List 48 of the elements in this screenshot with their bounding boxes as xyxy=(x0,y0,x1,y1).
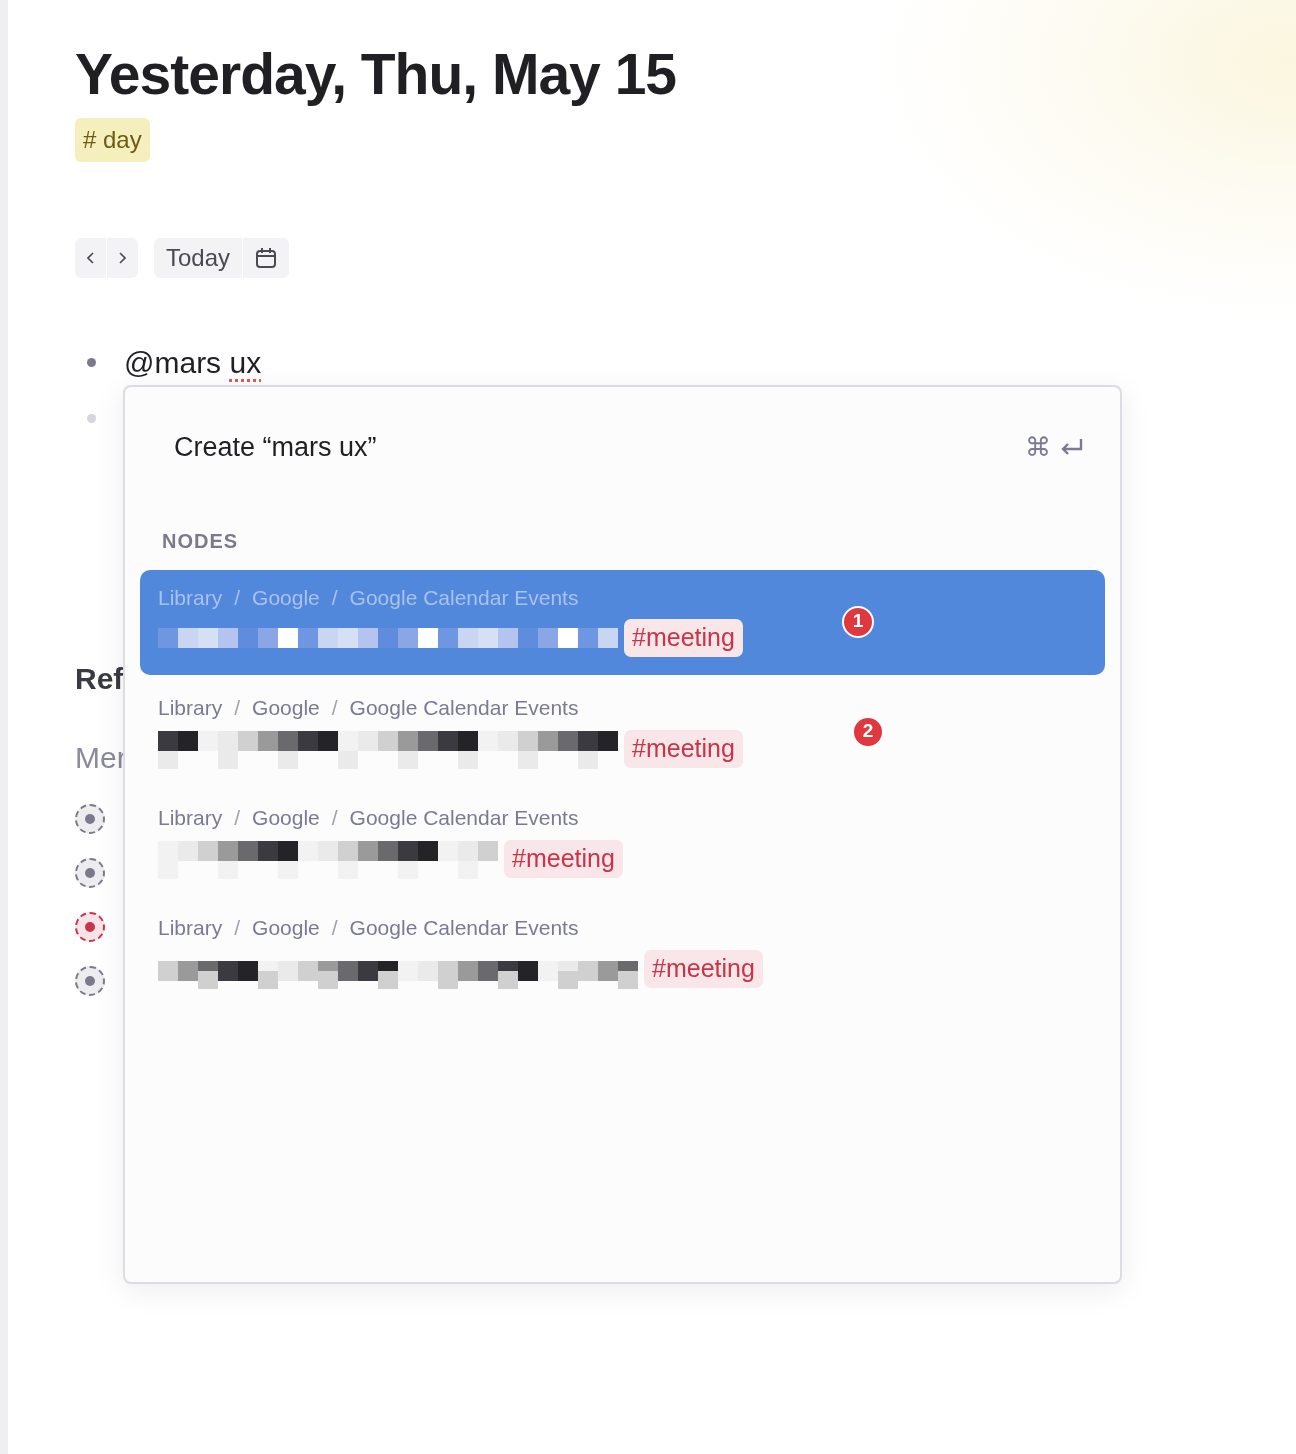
breadcrumb-item: Library xyxy=(158,694,223,721)
node-result[interactable]: Library / Google / Google Calendar Events #meeting xyxy=(140,899,1105,1005)
number-badge: 2 xyxy=(852,715,884,748)
node-result[interactable]: Library / Google / Google Calendar Events #meeting 1 xyxy=(140,569,1105,675)
radio-icon[interactable] xyxy=(75,912,105,943)
calendar-icon xyxy=(255,247,278,270)
section-subheading: Mer xyxy=(75,741,127,775)
breadcrumb-item: Google Calendar Events xyxy=(349,584,579,611)
section-label: NODES xyxy=(162,528,240,554)
breadcrumb-item: Google Calendar Events xyxy=(349,914,579,941)
page-title: Yesterday, Thu, May 15 xyxy=(75,41,678,108)
breadcrumb-separator: / xyxy=(234,804,241,831)
tag-chip[interactable]: #meeting xyxy=(644,950,763,988)
breadcrumb-item: Google xyxy=(252,914,320,941)
tag-chip[interactable]: # day xyxy=(75,118,150,163)
breadcrumb-item: Google xyxy=(252,804,320,831)
radio-icon[interactable] xyxy=(75,858,105,889)
breadcrumb-item: Google Calendar Events xyxy=(349,804,579,831)
radio-icon[interactable] xyxy=(75,966,105,997)
breadcrumb-separator: / xyxy=(234,694,241,721)
number-badge: 1 xyxy=(842,605,874,638)
node-result[interactable]: Library / Google / Google Calendar Events #meeting 2 xyxy=(140,679,1105,785)
breadcrumb-item: Library xyxy=(158,914,223,941)
radio-icon[interactable] xyxy=(75,804,105,835)
bullet-dot xyxy=(87,357,96,367)
breadcrumb-separator: / xyxy=(331,914,338,941)
bullet-dot xyxy=(87,413,96,423)
breadcrumb-separator: / xyxy=(331,804,338,831)
breadcrumb-item: Google xyxy=(252,584,320,611)
breadcrumb-separator: / xyxy=(331,694,338,721)
breadcrumb-separator: / xyxy=(234,584,241,611)
breadcrumb-item: Library xyxy=(158,804,223,831)
breadcrumb-item: Google Calendar Events xyxy=(349,694,579,721)
bullet-text: @mars ux xyxy=(124,344,262,381)
return-icon xyxy=(1059,438,1083,457)
breadcrumb-item: Library xyxy=(158,584,223,611)
tag-chip[interactable]: #meeting xyxy=(624,730,743,768)
breadcrumb-item: Google xyxy=(252,694,320,721)
breadcrumb-separator: / xyxy=(234,914,241,941)
tag-chip[interactable]: #meeting xyxy=(624,619,743,657)
chevron-right-icon xyxy=(119,252,126,265)
command-key: ⌘ xyxy=(1025,427,1051,467)
chevron-left-icon xyxy=(87,252,94,265)
breadcrumb-separator: / xyxy=(331,584,338,611)
section-heading: Ref xyxy=(75,662,124,696)
tag-chip[interactable]: #meeting xyxy=(504,840,623,878)
create-option[interactable]: Create “mars ux” xyxy=(174,427,377,468)
node-result[interactable]: Library / Google / Google Calendar Events #meeting xyxy=(140,789,1105,895)
